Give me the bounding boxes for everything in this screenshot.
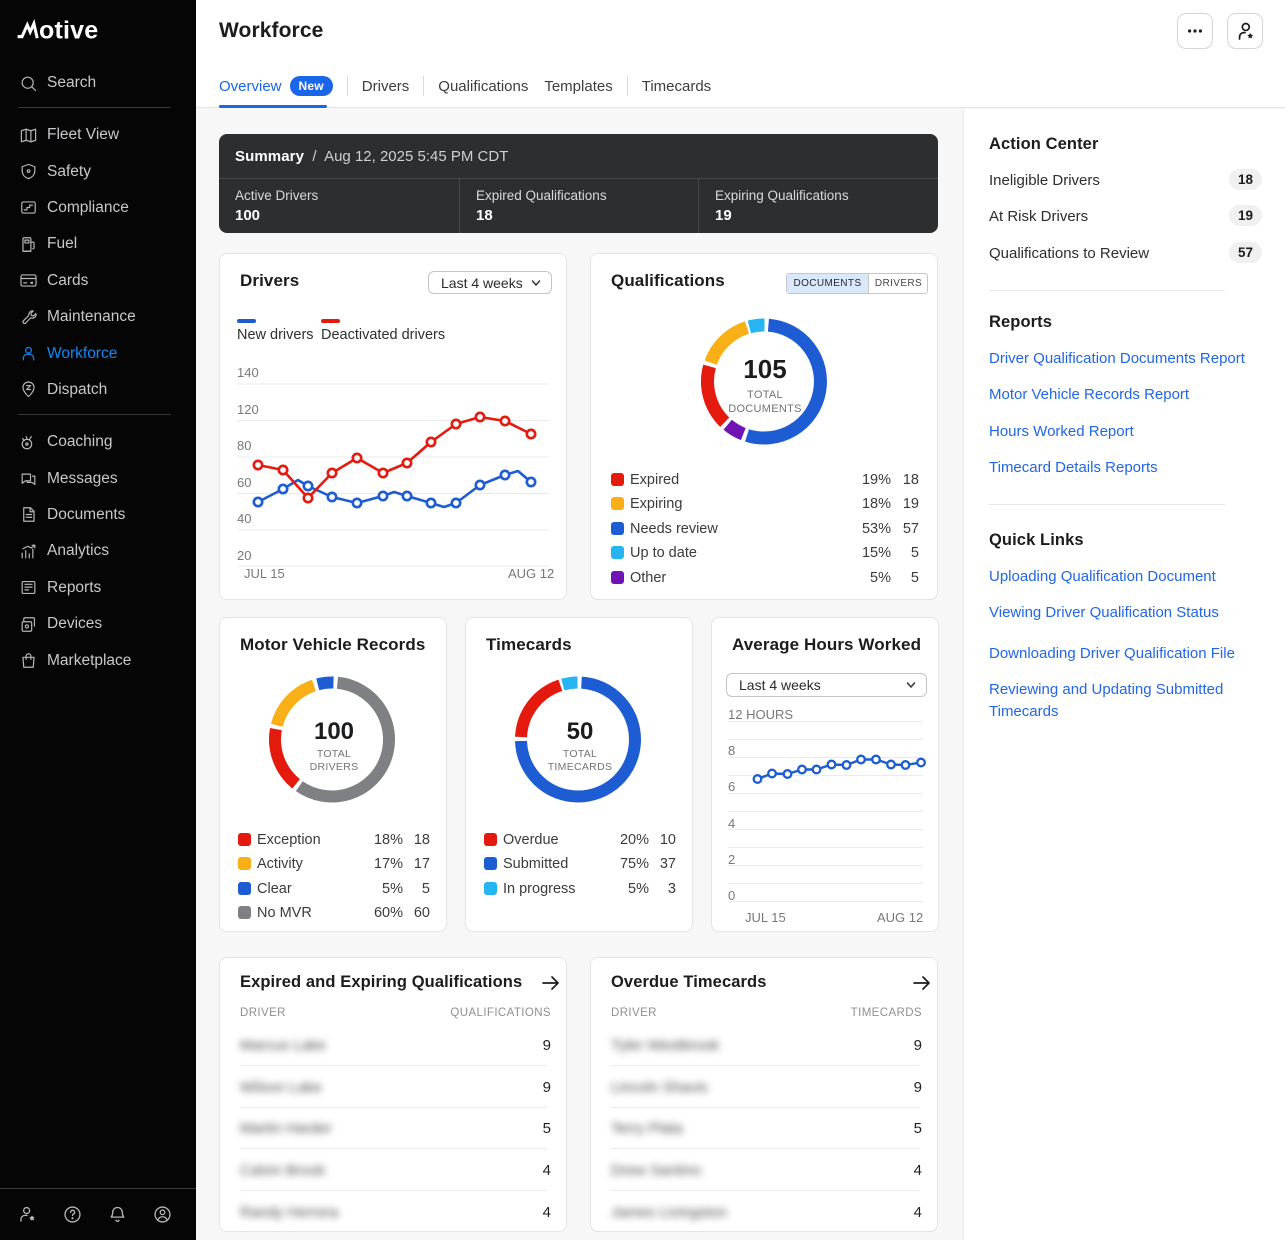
svg-text:otive: otive — [39, 16, 98, 44]
